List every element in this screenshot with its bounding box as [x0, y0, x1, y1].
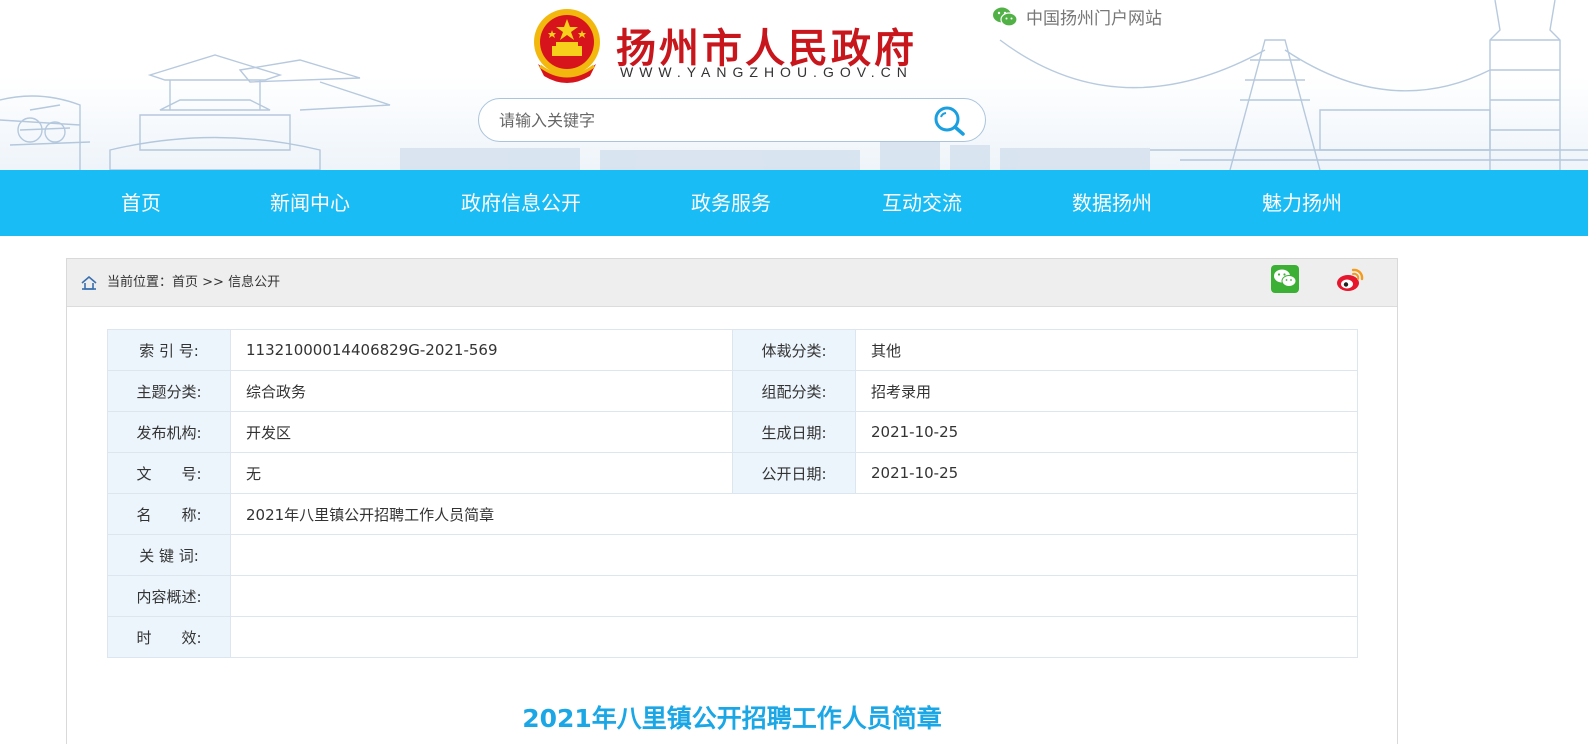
docno-value: 无 [230, 452, 733, 494]
wechat-icon [993, 7, 1018, 27]
assign-value: 招考录用 [855, 370, 1358, 412]
site-url: WWW.YANGZHOU.GOV.CN [620, 64, 913, 80]
emblem-icon [534, 9, 600, 83]
breadcrumb: 当前位置：首页 >> 信息公开 [107, 259, 280, 307]
validity-value [230, 616, 1358, 658]
table-row: 关 键 词: [107, 534, 1358, 576]
table-row: 名 称: 2021年八里镇公开招聘工作人员简章 [107, 493, 1358, 535]
portal-link-label: 中国扬州门户网站 [1026, 9, 1162, 29]
info-table: 索 引 号: 11321000014406829G-2021-569 体裁分类:… [107, 329, 1358, 658]
home-icon [81, 276, 97, 290]
nav-item-news[interactable]: 新闻中心 [270, 170, 350, 236]
assign-label: 组配分类: [732, 370, 856, 412]
genre-value: 其他 [855, 329, 1358, 371]
wechat-share-icon[interactable] [1271, 265, 1299, 293]
site-logo[interactable]: 扬州市人民政府 WWW.YANGZHOU.GOV.CN [530, 6, 930, 86]
breadcrumb-home[interactable]: 首页 [172, 275, 198, 290]
genre-label: 体裁分类: [732, 329, 856, 371]
publisher-label: 发布机构: [107, 411, 231, 453]
name-value: 2021年八里镇公开招聘工作人员简章 [230, 493, 1358, 535]
publisher-value: 开发区 [230, 411, 733, 453]
nav-item-interaction[interactable]: 互动交流 [882, 170, 962, 236]
breadcrumb-current[interactable]: 信息公开 [228, 275, 280, 290]
breadcrumb-bar: 当前位置：首页 >> 信息公开 [67, 259, 1397, 307]
opened-label: 公开日期: [732, 452, 856, 494]
nav-item-charm[interactable]: 魅力扬州 [1262, 170, 1342, 236]
search-input[interactable] [499, 99, 919, 141]
nav-item-data[interactable]: 数据扬州 [1072, 170, 1152, 236]
docno-label: 文 号: [107, 452, 231, 494]
search-icon[interactable] [933, 105, 967, 137]
index-value: 11321000014406829G-2021-569 [230, 329, 733, 371]
table-row: 内容概述: [107, 575, 1358, 617]
weibo-share-icon[interactable] [1335, 264, 1365, 294]
created-label: 生成日期: [732, 411, 856, 453]
keywords-label: 关 键 词: [107, 534, 231, 576]
created-value: 2021-10-25 [855, 411, 1358, 453]
keywords-value [230, 534, 1358, 576]
index-label: 索 引 号: [107, 329, 231, 371]
breadcrumb-separator: >> [198, 275, 229, 290]
name-label: 名 称: [107, 493, 231, 535]
nav-item-home[interactable]: 首页 [121, 170, 161, 236]
validity-label: 时 效: [107, 616, 231, 658]
summary-label: 内容概述: [107, 575, 231, 617]
content-frame: 当前位置：首页 >> 信息公开 索 引 号: 11321000014406829… [66, 258, 1398, 744]
table-row: 主题分类: 综合政务 组配分类: 招考录用 [107, 370, 1358, 412]
table-row: 时 效: [107, 616, 1358, 658]
portal-link[interactable]: 中国扬州门户网站 [992, 4, 1162, 29]
table-row: 索 引 号: 11321000014406829G-2021-569 体裁分类:… [107, 329, 1358, 371]
main-nav: 首页 新闻中心 政府信息公开 政务服务 互动交流 数据扬州 魅力扬州 [0, 170, 1588, 236]
nav-item-gov-info[interactable]: 政府信息公开 [461, 170, 581, 236]
site-header: 扬州市人民政府 WWW.YANGZHOU.GOV.CN 中国扬州门户网站 [0, 0, 1588, 170]
nav-item-services[interactable]: 政务服务 [691, 170, 771, 236]
topic-label: 主题分类: [107, 370, 231, 412]
document-title: 2021年八里镇公开招聘工作人员简章 [522, 704, 942, 733]
table-row: 发布机构: 开发区 生成日期: 2021-10-25 [107, 411, 1358, 453]
opened-value: 2021-10-25 [855, 452, 1358, 494]
topic-value: 综合政务 [230, 370, 733, 412]
search-box [478, 98, 986, 142]
table-row: 文 号: 无 公开日期: 2021-10-25 [107, 452, 1358, 494]
breadcrumb-prefix: 当前位置： [107, 275, 173, 290]
summary-value [230, 575, 1358, 617]
